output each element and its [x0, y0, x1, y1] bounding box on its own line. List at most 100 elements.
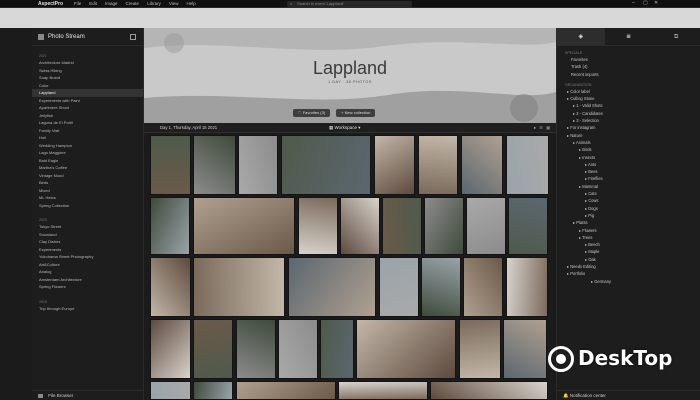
- tree-item[interactable]: ▸ Needs Editing: [557, 263, 700, 270]
- menu-library[interactable]: Library: [147, 1, 161, 6]
- photo-thumbnail[interactable]: [506, 257, 548, 317]
- event-item[interactable]: Snowland: [39, 231, 143, 239]
- tree-item[interactable]: ▸ Fireflies: [557, 175, 700, 182]
- tree-item[interactable]: ▸ Beech: [557, 241, 700, 248]
- event-item[interactable]: Soap Brand: [39, 74, 143, 82]
- menu-file[interactable]: File: [74, 1, 81, 6]
- event-item[interactable]: Lappland: [32, 89, 143, 97]
- event-item[interactable]: Wedding Hampton: [39, 142, 143, 150]
- photo-thumbnail[interactable]: [338, 381, 428, 400]
- tree-item[interactable]: ▸ Culling Stone: [557, 95, 700, 102]
- menu-view[interactable]: View: [169, 1, 179, 6]
- special-item[interactable]: Recent imports: [557, 71, 700, 78]
- event-item[interactable]: Amsterdam Architecture: [39, 276, 143, 284]
- event-item[interactable]: Spring Collection: [39, 202, 143, 210]
- tree-item[interactable]: ▸ Germany: [557, 278, 700, 285]
- photo-thumbnail[interactable]: [150, 319, 191, 379]
- tree-item[interactable]: ▸ Cats: [557, 190, 700, 197]
- tree-item[interactable]: ▸ Maple: [557, 248, 700, 255]
- photo-thumbnail[interactable]: [424, 197, 464, 255]
- event-item[interactable]: Martha's Coffee: [39, 164, 143, 172]
- tree-item[interactable]: ▸ 1 - Valid Shots: [557, 102, 700, 109]
- event-item[interactable]: Yokohama Street Photography: [39, 253, 143, 261]
- photo-thumbnail[interactable]: [236, 381, 336, 400]
- tree-item[interactable]: ▸ Cows: [557, 197, 700, 204]
- photo-thumbnail[interactable]: [150, 197, 190, 255]
- event-item[interactable]: Art&Culture: [39, 261, 143, 269]
- tree-item[interactable]: ▸ Ants: [557, 161, 700, 168]
- photo-thumbnail[interactable]: [281, 135, 371, 195]
- notification-center-button[interactable]: 🔔 Notification center: [557, 390, 700, 400]
- photo-thumbnail[interactable]: [193, 135, 236, 195]
- photo-thumbnail[interactable]: [430, 381, 548, 400]
- photo-thumbnail[interactable]: [193, 197, 295, 255]
- tree-item[interactable]: ▸ For instagram: [557, 124, 700, 131]
- photo-thumbnail[interactable]: [193, 257, 285, 317]
- event-item[interactable]: Trip through Europe: [39, 305, 143, 313]
- photo-thumbnail[interactable]: [382, 197, 422, 255]
- event-item[interactable]: Swiss Hiking: [39, 67, 143, 75]
- event-item[interactable]: Experiments with Paint: [39, 97, 143, 105]
- photo-thumbnail[interactable]: [418, 135, 458, 195]
- photo-thumbnail[interactable]: [461, 135, 503, 195]
- photo-thumbnail[interactable]: [150, 381, 191, 400]
- menu-create[interactable]: Create: [126, 1, 140, 6]
- tree-item[interactable]: ▸ Oak: [557, 256, 700, 263]
- maximize-icon[interactable]: ▢: [643, 0, 648, 6]
- tab-camera-icon[interactable]: ◙: [605, 28, 653, 45]
- event-item[interactable]: Birds: [39, 179, 143, 187]
- tree-item[interactable]: ▸ 2 - Candidates: [557, 110, 700, 117]
- tab-export-icon[interactable]: ⧉: [652, 28, 700, 45]
- tree-item[interactable]: ▸ Dogs: [557, 205, 700, 212]
- tree-item[interactable]: ▸ Mammal: [557, 183, 700, 190]
- photo-thumbnail[interactable]: [320, 319, 354, 379]
- tree-item[interactable]: ▸ Animals: [557, 139, 700, 146]
- photo-thumbnail[interactable]: [374, 135, 415, 195]
- tree-item[interactable]: ▸ Color label: [557, 88, 700, 95]
- event-item[interactable]: Experiments: [39, 246, 143, 254]
- event-item[interactable]: Bald Eagle: [39, 157, 143, 165]
- photo-thumbnail[interactable]: [503, 319, 547, 379]
- tree-item[interactable]: ▸ Trees: [557, 234, 700, 241]
- photo-thumbnail[interactable]: [298, 197, 338, 255]
- tree-item[interactable]: ▸ Pig: [557, 212, 700, 219]
- event-item[interactable]: Tokyo Street: [39, 223, 143, 231]
- photo-thumbnail[interactable]: [278, 319, 318, 379]
- tree-item[interactable]: ▸ Nature: [557, 132, 700, 139]
- event-item[interactable]: Clay Dishes: [39, 238, 143, 246]
- favorites-button[interactable]: ♡ Favorites (3): [293, 109, 331, 117]
- photo-thumbnail[interactable]: [193, 381, 233, 400]
- add-event-icon[interactable]: [130, 34, 136, 40]
- menu-help[interactable]: Help: [187, 1, 196, 6]
- photo-thumbnail[interactable]: [463, 257, 503, 317]
- event-item[interactable]: Spring Flowers: [39, 283, 143, 291]
- tree-item[interactable]: ▸ 3 - Selection: [557, 117, 700, 124]
- photo-thumbnail[interactable]: [150, 135, 191, 195]
- special-item[interactable]: Trash (4): [557, 63, 700, 70]
- event-item[interactable]: Lago Maggiore: [39, 149, 143, 157]
- photo-thumbnail[interactable]: [508, 197, 548, 255]
- photo-thumbnail[interactable]: [421, 257, 461, 317]
- menu-edit[interactable]: Edit: [89, 1, 97, 6]
- event-item[interactable]: Color: [39, 82, 143, 90]
- workspace-dropdown[interactable]: ▦ Workspace ▾: [329, 125, 360, 131]
- close-icon[interactable]: ✕: [654, 0, 658, 6]
- search-input[interactable]: ⌕ Search in event 'Lappland': [287, 1, 412, 7]
- special-item[interactable]: Favorites: [557, 56, 700, 63]
- tree-item[interactable]: ▸ Portfolio: [557, 270, 700, 277]
- photo-thumbnail[interactable]: [238, 135, 278, 195]
- photo-thumbnail[interactable]: [379, 257, 419, 317]
- photo-thumbnail[interactable]: [459, 319, 501, 379]
- new-collection-button[interactable]: + New collection: [336, 109, 376, 117]
- tab-library-icon[interactable]: ◈: [557, 28, 605, 45]
- event-item[interactable]: Family Visit: [39, 127, 143, 135]
- photo-thumbnail[interactable]: [193, 319, 233, 379]
- event-item[interactable]: Jellyfish: [39, 112, 143, 120]
- event-item[interactable]: Architecture Madrid: [39, 59, 143, 67]
- tree-item[interactable]: ▸ Flowers: [557, 227, 700, 234]
- event-item[interactable]: Mixed: [39, 187, 143, 195]
- photo-thumbnail[interactable]: [340, 197, 380, 255]
- menu-image[interactable]: Image: [105, 1, 118, 6]
- photo-thumbnail[interactable]: [150, 257, 191, 317]
- photo-thumbnail[interactable]: [466, 197, 506, 255]
